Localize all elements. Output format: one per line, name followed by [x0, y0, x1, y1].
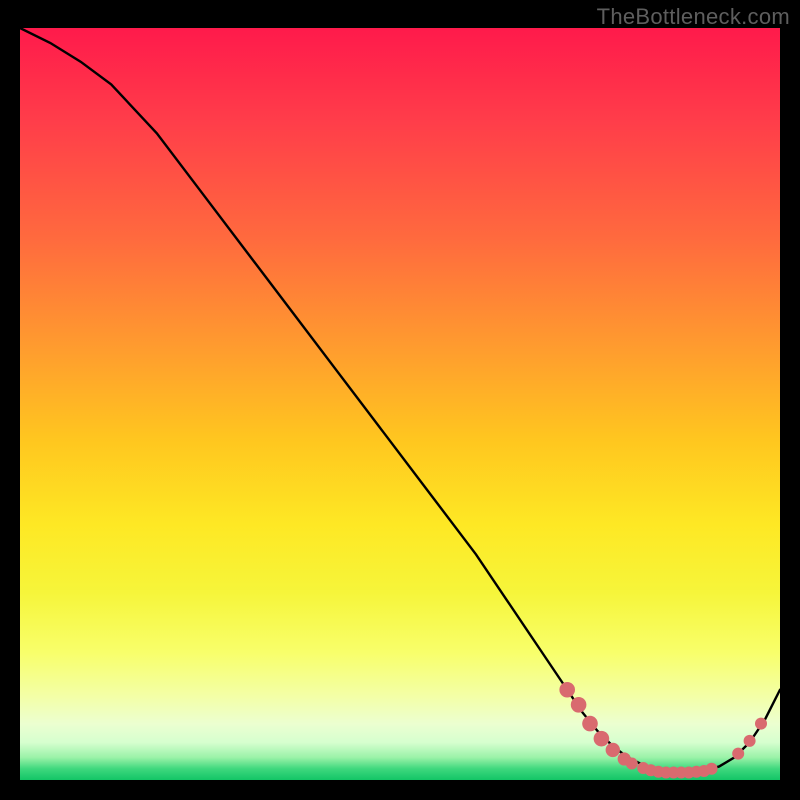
curve-marker: [606, 743, 620, 757]
bottleneck-curve: [20, 28, 780, 772]
curve-markers: [559, 682, 767, 779]
curve-marker: [706, 763, 718, 775]
curve-marker: [732, 748, 744, 760]
watermark-label: TheBottleneck.com: [597, 4, 790, 30]
curve-marker: [559, 682, 575, 698]
chart-frame: TheBottleneck.com: [0, 0, 800, 800]
curve-marker: [571, 697, 587, 713]
curve-svg: [20, 28, 780, 780]
curve-marker: [744, 735, 756, 747]
curve-marker: [626, 757, 638, 769]
curve-marker: [582, 716, 598, 732]
plot-area: [20, 28, 780, 780]
curve-marker: [594, 731, 610, 747]
curve-marker: [755, 718, 767, 730]
